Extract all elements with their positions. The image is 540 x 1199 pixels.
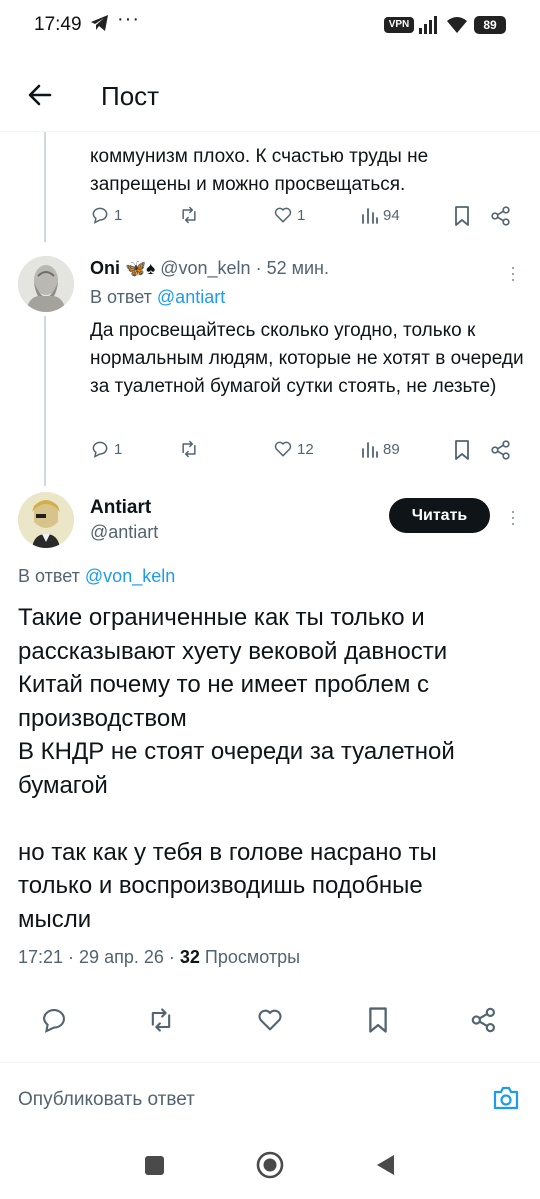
reply-context: В ответ @antiart [90, 287, 226, 307]
status-bar: 17:49 ··· VPN 89 [0, 0, 540, 52]
tweet-text: Да просвещайтесь сколько угодно, только … [90, 320, 524, 397]
heart-icon [274, 207, 292, 223]
camera-icon[interactable] [492, 1085, 520, 1111]
back-nav-button[interactable] [374, 1153, 396, 1177]
tweet-meta: 17:21 · 29 апр. 26 · 32 Просмотры [18, 947, 300, 968]
page-title: Пост [101, 81, 160, 111]
wifi-icon [447, 17, 467, 33]
signal-icon [419, 16, 437, 34]
like-count: 12 [297, 440, 314, 458]
like-button[interactable]: 1 [273, 205, 305, 225]
share-icon[interactable] [490, 439, 512, 461]
heart-icon[interactable] [255, 1006, 285, 1034]
avatar[interactable] [18, 492, 74, 548]
display-name[interactable]: Oni [90, 258, 120, 278]
author-name[interactable]: Antiart [90, 497, 151, 519]
reply-composer[interactable]: Опубликовать ответ [0, 1062, 540, 1132]
battery-indicator: 89 [474, 16, 506, 34]
views-button[interactable]: 94 [361, 205, 400, 225]
post-timestamp[interactable]: 17:21 · 29 апр. 26 · [18, 947, 175, 967]
retweet-button[interactable] [178, 205, 200, 225]
tweet-actions: 1 12 89 [0, 439, 540, 469]
views-count: 89 [383, 440, 400, 458]
reply-to-link[interactable]: @von_keln [85, 566, 175, 586]
telegram-icon [91, 15, 108, 31]
like-button[interactable]: 12 [273, 439, 314, 459]
name-emoji: 🦋♠ [125, 259, 156, 278]
reply-input[interactable]: Опубликовать ответ [18, 1089, 195, 1111]
more-options-icon[interactable]: · · · [510, 502, 516, 532]
retweet-icon [182, 440, 196, 458]
system-nav-bar [0, 1132, 540, 1199]
reply-button[interactable]: 1 [90, 205, 122, 225]
top-app-bar: Пост [0, 60, 540, 132]
reply-to-link[interactable]: @antiart [157, 287, 225, 307]
retweet-icon [182, 206, 196, 224]
views-count: 94 [383, 206, 400, 224]
view-count: 32 [179, 947, 200, 967]
reply-button[interactable]: 1 [90, 439, 122, 459]
views-bar-icon [362, 208, 378, 224]
comment-icon [92, 441, 108, 458]
views-bar-icon [362, 442, 378, 458]
share-icon[interactable] [490, 205, 512, 227]
home-button[interactable] [255, 1150, 285, 1180]
recents-button[interactable] [145, 1156, 164, 1175]
avatar[interactable] [18, 256, 74, 312]
reply-count: 1 [114, 440, 123, 458]
views-button[interactable]: 89 [361, 439, 400, 459]
reply-context: В ответ @von_keln [18, 566, 176, 586]
follow-button[interactable]: Читать [389, 498, 490, 533]
bookmark-icon[interactable] [452, 439, 472, 461]
like-count: 1 [297, 206, 306, 224]
main-tweet-actions [0, 990, 540, 1050]
bookmark-icon[interactable] [452, 205, 472, 227]
retweet-icon[interactable] [146, 1006, 176, 1034]
comment-icon[interactable] [40, 1006, 68, 1034]
heart-icon [274, 441, 292, 457]
handle[interactable]: @von_keln [160, 258, 250, 278]
comment-icon [92, 207, 108, 224]
tweet-actions: 1 1 94 [0, 205, 540, 235]
timestamp[interactable]: · 52 мин. [256, 258, 329, 278]
retweet-button[interactable] [178, 439, 200, 459]
status-time: 17:49 [34, 14, 82, 35]
tweet-user-line: Oni 🦋♠ @von_keln · 52 мин. [90, 258, 329, 279]
avatar-bust-icon [18, 256, 74, 312]
arrow-left-icon[interactable] [22, 77, 58, 113]
more-options-icon[interactable]: · · · [510, 258, 516, 288]
vpn-badge: VPN [384, 17, 414, 33]
view-label: Просмотры [204, 947, 301, 967]
share-icon[interactable] [470, 1006, 498, 1034]
bookmark-icon[interactable] [365, 1006, 391, 1034]
reply-count: 1 [114, 206, 123, 224]
author-handle[interactable]: @antiart [90, 522, 158, 543]
main-tweet-text: Такие ограниченные как ты только и расск… [18, 604, 455, 933]
status-more-icon: ··· [117, 8, 140, 30]
tweet-text: коммунизм плохо. К счастью труды не запр… [90, 146, 429, 195]
avatar-portrait-icon [18, 492, 74, 548]
